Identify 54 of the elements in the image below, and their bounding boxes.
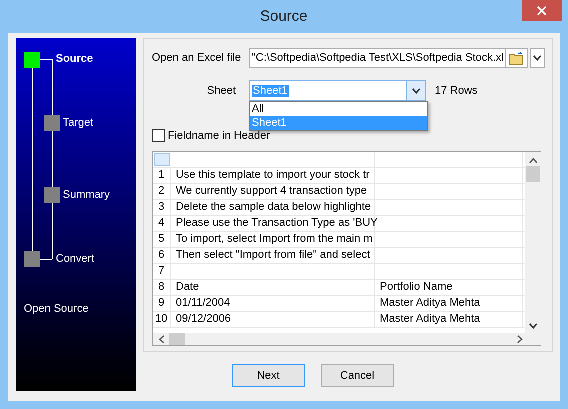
table-cell: 01/11/2004 <box>176 297 230 309</box>
scroll-up-icon[interactable] <box>528 158 538 164</box>
file-path-field[interactable]: "C:\Softpedia\Softpedia Test\XLS\Softpedia Stock.xl <box>249 48 506 68</box>
step-label: Summary <box>63 188 110 202</box>
dropdown-button[interactable] <box>530 48 545 68</box>
caret-icon <box>533 55 542 61</box>
table-cell: We currently support 4 transaction type <box>176 185 368 197</box>
row-number: 2 <box>153 184 171 199</box>
checkbox-label: Fieldname in Header <box>168 130 270 142</box>
scroll-left-icon[interactable] <box>159 334 165 344</box>
table-cell: Date <box>176 281 200 293</box>
table-cell: Portfolio Name <box>380 281 453 293</box>
status-text: Open Source <box>24 303 89 315</box>
row-number: 3 <box>153 200 171 215</box>
step-label: Convert <box>56 252 95 266</box>
table-cell: Master Aditya Mehta <box>380 297 480 309</box>
sheet-label: Sheet <box>206 84 236 96</box>
scroll-thumb[interactable] <box>526 166 540 182</box>
dialog-button[interactable]: Next <box>232 364 305 387</box>
step-label: Source <box>56 52 94 66</box>
horizontal-scrollbar[interactable] <box>153 333 525 345</box>
table-cell: Delete the sample data below highlighte <box>176 201 372 213</box>
browse-button[interactable] <box>506 48 528 68</box>
close-button[interactable] <box>522 0 562 21</box>
corner-cell <box>154 153 170 166</box>
table-cell: To import, select Import from the main m <box>176 233 373 245</box>
row-number: 5 <box>153 232 171 247</box>
row-number: 7 <box>153 264 171 279</box>
table-cell: Please use the Transaction Type as 'BUY <box>176 217 378 229</box>
sheet-value: Sheet1 <box>252 84 289 96</box>
sheet-option[interactable]: All <box>250 102 427 116</box>
step-label: Target <box>63 116 94 130</box>
fieldname-checkbox[interactable] <box>152 129 165 142</box>
row-number: 8 <box>153 280 171 295</box>
row-number: 10 <box>153 312 171 327</box>
close-icon <box>537 6 547 16</box>
table-cell: Then select "Import from file" and select <box>176 249 370 261</box>
scroll-right-icon[interactable] <box>517 334 523 344</box>
row-number: 4 <box>153 216 171 231</box>
dialog-button[interactable]: Cancel <box>321 364 394 387</box>
table-cell: Master Aditya Mehta <box>380 313 480 325</box>
row-number: 9 <box>153 296 171 311</box>
table-cell: Use this template to import your stock tr <box>176 169 370 181</box>
rows-count: 17 Rows <box>435 84 478 96</box>
file-label: Open an Excel file <box>152 52 242 64</box>
caret-icon <box>412 88 420 94</box>
scroll-down-icon[interactable] <box>528 323 538 329</box>
folder-icon <box>508 52 524 64</box>
window-title: Source <box>260 8 308 25</box>
combo-arrow-button[interactable] <box>406 81 425 100</box>
table-cell: 09/12/2006 <box>176 313 232 325</box>
scroll-thumb[interactable] <box>169 333 185 345</box>
row-number: 1 <box>153 168 171 183</box>
row-number: 6 <box>153 248 171 263</box>
